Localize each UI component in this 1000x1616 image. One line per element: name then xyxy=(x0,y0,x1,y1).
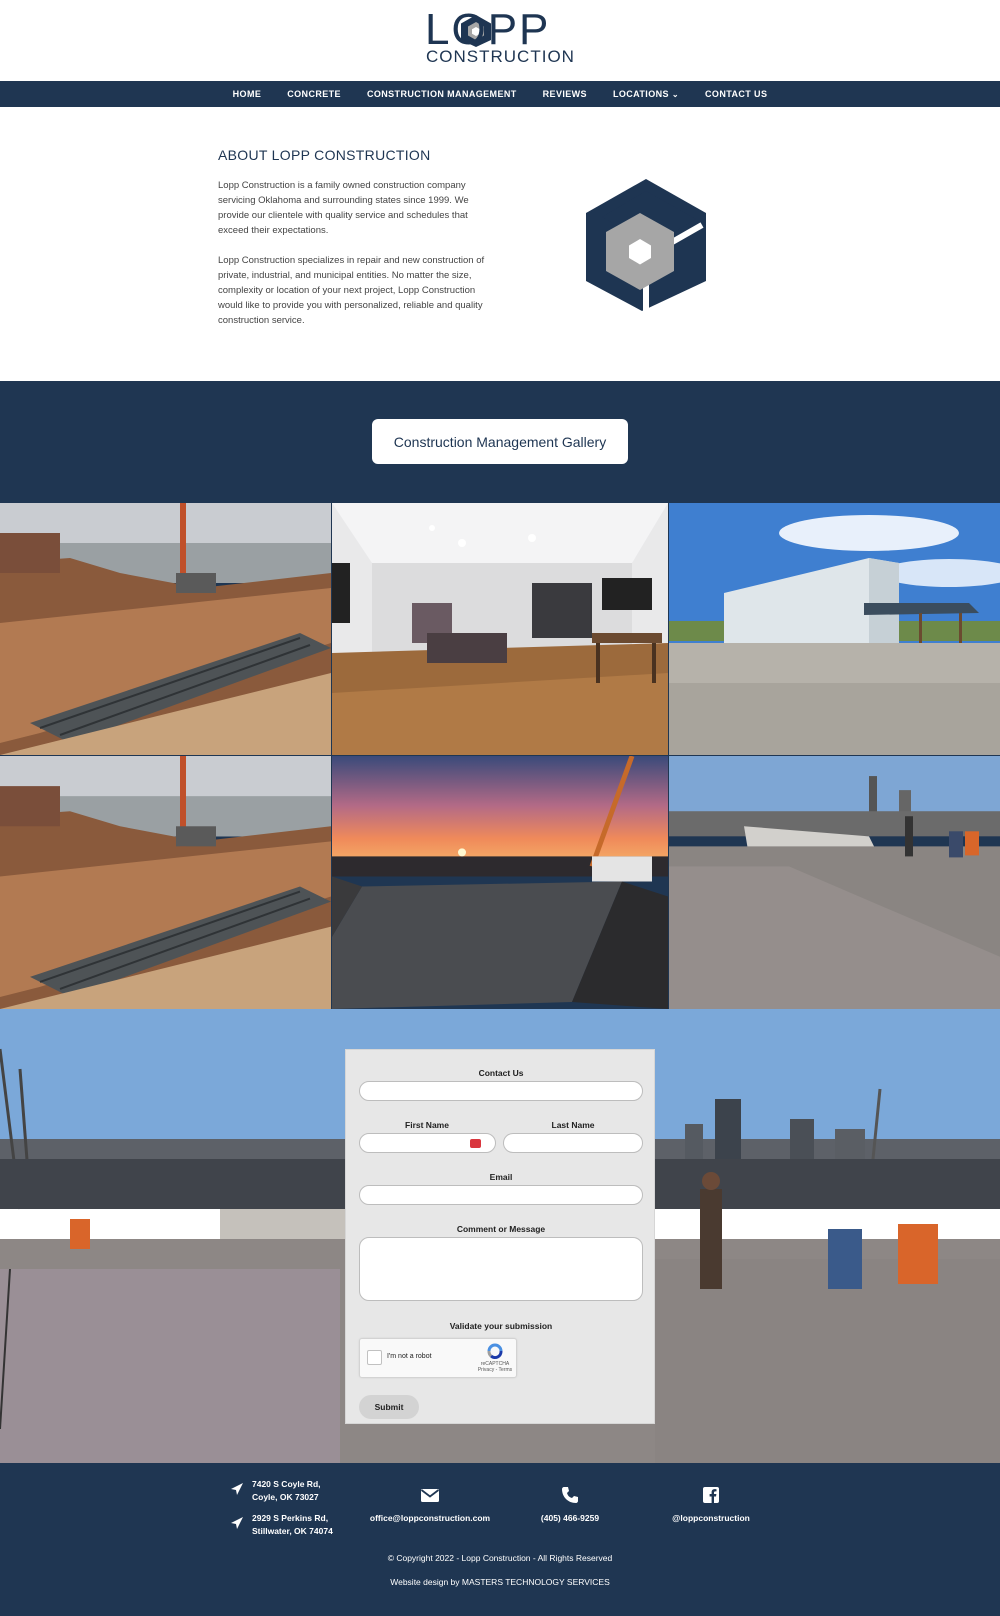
interior-kitchen-photo-icon xyxy=(332,503,668,755)
envelope-icon xyxy=(420,1489,440,1502)
nav-contact-us[interactable]: CONTACT US xyxy=(692,81,780,107)
last-name-label: Last Name xyxy=(551,1120,595,1130)
gallery-photo-6[interactable] xyxy=(669,756,1000,1009)
footer-facebook[interactable]: @loppconstruction xyxy=(636,1485,786,1523)
sunset-concrete-pour-photo-icon xyxy=(332,756,668,1009)
gallery-photo-5[interactable] xyxy=(332,756,668,1009)
address-2-line-1: 2929 S Perkins Rd, xyxy=(252,1513,329,1523)
address-1-line-1: 7420 S Coyle Rd, xyxy=(252,1479,321,1489)
about-paragraph-1: Lopp Construction is a family owned cons… xyxy=(218,180,469,236)
email-label: Email xyxy=(489,1172,513,1182)
captcha-terms-link[interactable]: Privacy - Terms xyxy=(473,1367,517,1373)
recaptcha-icon xyxy=(487,1343,503,1359)
main-nav: HOME CONCRETE CONSTRUCTION MANAGEMENT RE… xyxy=(0,81,1000,107)
phone-number: (405) 466-9259 xyxy=(540,1513,600,1523)
captcha-text: I'm not a robot xyxy=(387,1353,432,1360)
about-section: ABOUT LOPP CONSTRUCTION Lopp Constructio… xyxy=(0,107,1000,381)
gallery-band: Construction Management Gallery xyxy=(0,381,1000,503)
address-2[interactable]: 2929 S Perkins Rd, Stillwater, OK 74074 xyxy=(252,1512,333,1538)
recaptcha-widget: I'm not a robot reCAPTCHA Privacy - Term… xyxy=(359,1338,517,1378)
nav-home[interactable]: HOME xyxy=(220,81,275,107)
location-arrow-icon xyxy=(231,1483,243,1495)
gallery-button[interactable]: Construction Management Gallery xyxy=(372,419,628,464)
comment-label: Comment or Message xyxy=(456,1224,546,1234)
address-1-line-2: Coyle, OK 73027 xyxy=(252,1492,319,1502)
nav-concrete[interactable]: CONCRETE xyxy=(274,81,354,107)
nav-construction-management[interactable]: CONSTRUCTION MANAGEMENT xyxy=(354,81,530,107)
captcha-checkbox[interactable] xyxy=(367,1350,382,1365)
email-field[interactable] xyxy=(359,1185,643,1205)
nav-label: LOCATIONS xyxy=(612,88,669,99)
nav-label: HOME xyxy=(232,89,262,99)
lopp-logo[interactable]: LOPP CONSTRUCTION xyxy=(425,6,575,68)
logo-subword: CONSTRUCTION xyxy=(426,47,575,66)
email-address: office@loppconstruction.com xyxy=(369,1513,491,1523)
about-title: ABOUT LOPP CONSTRUCTION xyxy=(218,147,431,163)
gallery-photo-1[interactable] xyxy=(0,503,331,755)
facebook-handle: @loppconstruction xyxy=(672,1513,750,1523)
nav-label: CONTACT US xyxy=(705,89,768,99)
address-2-line-2: Stillwater, OK 74074 xyxy=(252,1526,333,1536)
copyright-text: © Copyright 2022 - Lopp Construction - A… xyxy=(387,1553,613,1563)
autofill-key-icon[interactable] xyxy=(470,1139,481,1148)
hex-cube-logo-icon xyxy=(586,179,706,311)
submit-button[interactable]: Submit xyxy=(359,1395,419,1419)
site-header: LOPP CONSTRUCTION xyxy=(0,0,1000,81)
rebar-trench-photo-icon xyxy=(0,503,331,755)
metal-building-photo-icon xyxy=(669,503,1000,755)
captcha-brand: reCAPTCHA Privacy - Terms xyxy=(473,1361,517,1373)
footer-phone[interactable]: (405) 466-9259 xyxy=(495,1485,645,1523)
contact-us-input[interactable] xyxy=(359,1081,643,1101)
contact-form: Contact Us First Name Last Name Email Co… xyxy=(345,1049,655,1424)
nav-reviews[interactable]: REVIEWS xyxy=(530,81,600,107)
about-paragraph-2: Lopp Construction specializes in repair … xyxy=(218,255,485,326)
nav-label: CONCRETE xyxy=(287,89,341,99)
gallery-photo-4[interactable] xyxy=(0,756,331,1009)
chevron-down-icon: ⌄ xyxy=(671,89,680,99)
first-name-label: First Name xyxy=(405,1120,449,1130)
site-footer: 7420 S Coyle Rd, Coyle, OK 73027 2929 S … xyxy=(0,1463,1000,1616)
comment-textarea[interactable] xyxy=(359,1237,643,1301)
nav-label: CONSTRUCTION MANAGEMENT xyxy=(366,89,517,99)
form-title: Contact Us xyxy=(478,1068,524,1078)
last-name-input[interactable] xyxy=(503,1133,643,1153)
footer-email[interactable]: office@loppconstruction.com xyxy=(355,1485,505,1523)
concrete-slab-workers-photo-icon xyxy=(669,756,1000,1009)
gallery-photo-2[interactable] xyxy=(332,503,668,755)
rebar-trench-photo-icon xyxy=(0,756,331,1009)
nav-label: REVIEWS xyxy=(542,89,587,99)
photo-gallery xyxy=(0,503,1000,1009)
first-name-input[interactable] xyxy=(359,1133,496,1153)
nav-locations[interactable]: LOCATIONS ⌄ xyxy=(600,81,692,108)
facebook-icon xyxy=(703,1487,719,1503)
design-credit-link[interactable]: Website design by MASTERS TECHNOLOGY SER… xyxy=(0,1577,1000,1587)
address-1[interactable]: 7420 S Coyle Rd, Coyle, OK 73027 xyxy=(252,1478,321,1504)
location-arrow-icon xyxy=(231,1517,243,1529)
gallery-photo-3[interactable] xyxy=(669,503,1000,755)
validate-label: Validate your submission xyxy=(449,1321,553,1331)
phone-icon xyxy=(562,1487,578,1503)
